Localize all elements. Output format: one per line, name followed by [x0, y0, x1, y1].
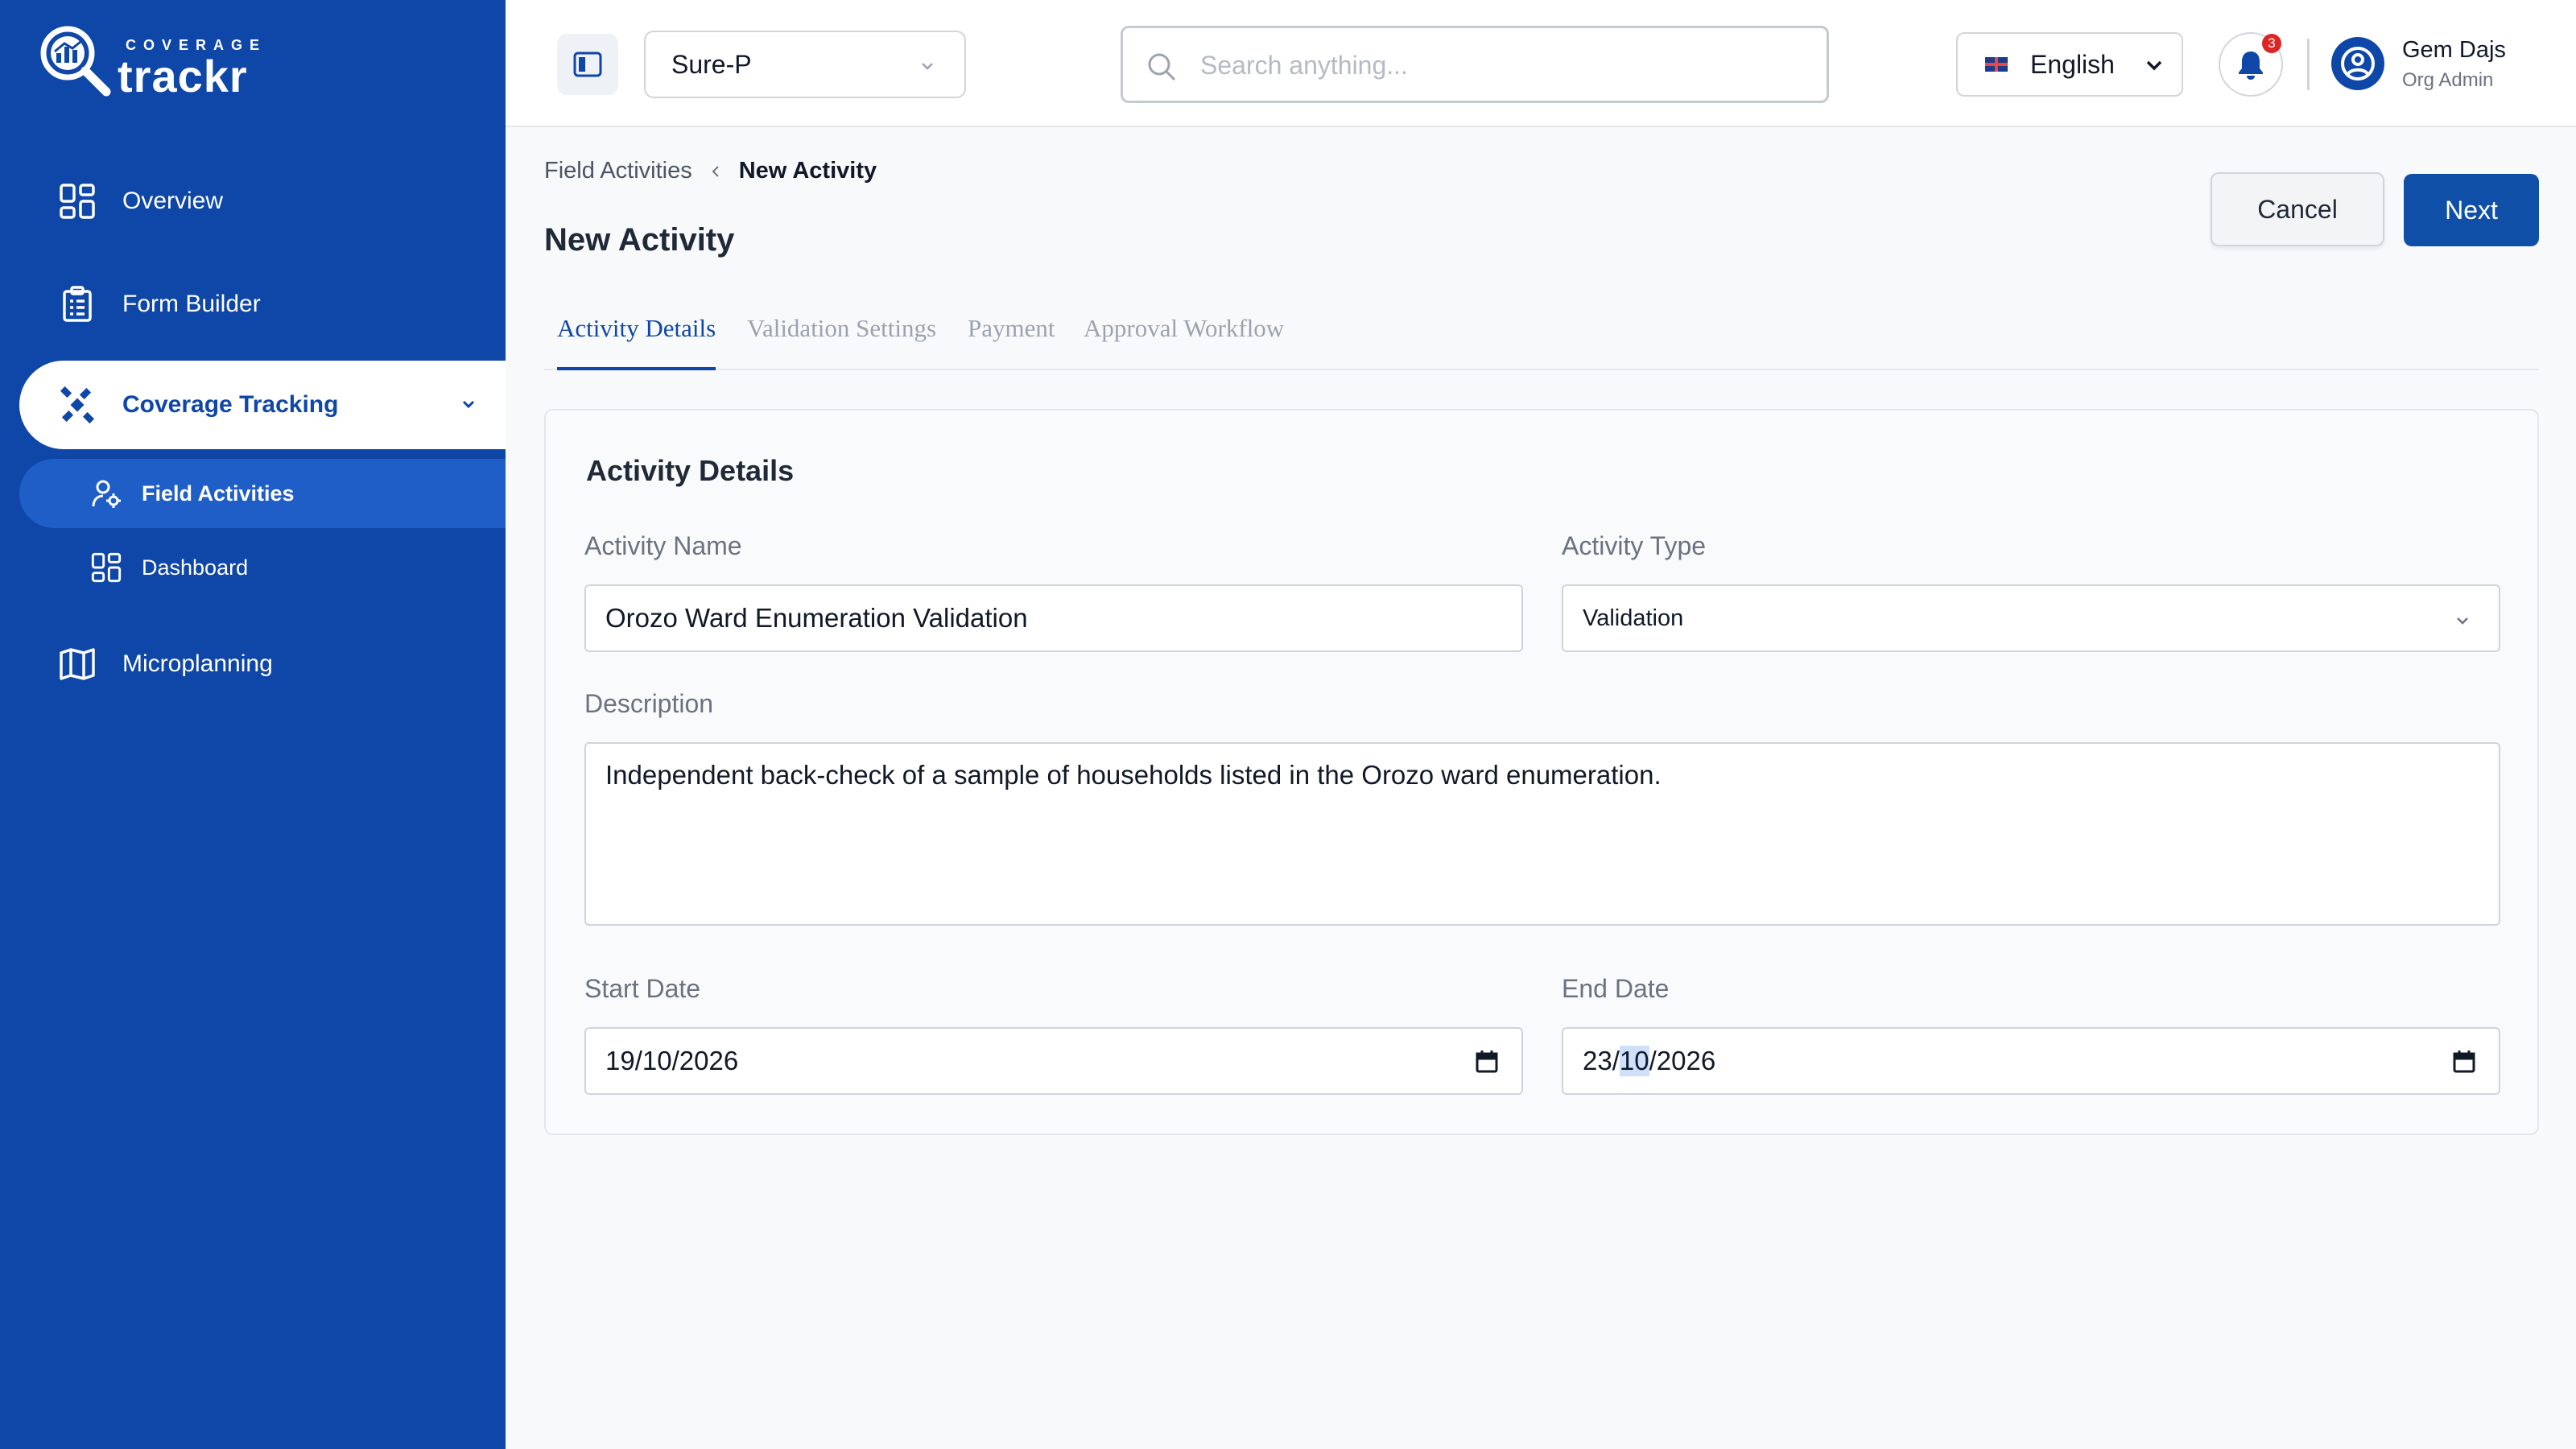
sidebar-item-label: Field Activities — [142, 481, 295, 506]
chevron-down-icon — [922, 63, 933, 70]
end-date-month: 10 — [1619, 1046, 1649, 1076]
language-select-value: English — [2030, 49, 2115, 79]
search-input[interactable] — [1200, 44, 1796, 86]
section-title: Activity Details — [586, 454, 795, 487]
description-label: Description — [584, 689, 714, 718]
map-icon — [56, 643, 98, 685]
next-button[interactable]: Next — [2404, 174, 2539, 246]
sidebar-toggle-icon — [573, 52, 602, 77]
user-circle-icon — [2341, 47, 2375, 80]
sidebar-item-label: Dashboard — [142, 555, 249, 580]
tabs: Activity Details Validation Settings Pay… — [544, 314, 2539, 370]
activity-name-input[interactable]: Orozo Ward Enumeration Validation — [584, 584, 1523, 652]
grid-icon — [89, 550, 124, 585]
activity-type-value: Validation — [1583, 605, 1684, 631]
start-date-day: 19 — [605, 1046, 635, 1075]
sidebar-item-form-builder[interactable]: Form Builder — [56, 280, 261, 328]
chevron-down-icon — [462, 400, 475, 409]
divider — [2307, 39, 2310, 90]
language-select[interactable]: English — [1956, 32, 2183, 97]
chevron-left-icon — [712, 165, 719, 177]
sidebar-item-dashboard[interactable]: Dashboard — [89, 547, 248, 588]
bell-icon — [2239, 52, 2263, 80]
logo-big-text: trackr — [118, 51, 248, 101]
tab-payment[interactable]: Payment — [968, 314, 1055, 369]
end-date-input[interactable]: 23/10/2026 — [1562, 1027, 2500, 1095]
sidebar: COVERAGE trackr Overview Form Builder Co… — [0, 0, 506, 1449]
end-date-label: End Date — [1562, 974, 1670, 1003]
search-box — [1121, 26, 1829, 103]
start-date-label: Start Date — [584, 974, 701, 1003]
sidebar-item-label: Overview — [122, 188, 224, 214]
description-value: Independent back-check of a sample of ho… — [605, 760, 1662, 790]
notification-count-badge: 3 — [2262, 34, 2281, 53]
avatar[interactable] — [2331, 37, 2384, 90]
breadcrumb: Field Activities New Activity — [544, 158, 877, 184]
topbar: Sure-P English 3 — [506, 0, 2576, 127]
breadcrumb-current: New Activity — [738, 158, 877, 184]
chevron-down-icon — [2146, 60, 2162, 71]
logo[interactable]: COVERAGE trackr — [39, 24, 280, 101]
tab-activity-details[interactable]: Activity Details — [557, 314, 716, 370]
calendar-icon[interactable] — [2450, 1048, 2478, 1075]
sidebar-item-label: Form Builder — [122, 291, 261, 317]
tab-validation-settings[interactable]: Validation Settings — [747, 314, 936, 369]
sidebar-item-overview[interactable]: Overview — [56, 177, 223, 225]
uk-flag-icon — [1985, 57, 2008, 72]
sidebar-item-microplanning[interactable]: Microplanning — [56, 640, 273, 688]
tab-approval-workflow[interactable]: Approval Workflow — [1084, 314, 1284, 369]
sidebar-toggle-button[interactable] — [557, 34, 618, 95]
project-select[interactable]: Sure-P — [644, 31, 966, 98]
start-date-year: 2026 — [679, 1046, 739, 1075]
user-role: Org Admin — [2402, 69, 2494, 91]
start-date-month: 10 — [642, 1046, 672, 1075]
calendar-icon[interactable] — [1473, 1048, 1501, 1075]
clipboard-icon — [56, 283, 98, 325]
grid-icon — [56, 180, 98, 222]
description-textarea[interactable]: Independent back-check of a sample of ho… — [584, 742, 2500, 926]
logo-magnifier-icon — [40, 26, 111, 97]
user-settings-icon — [89, 476, 124, 511]
app-root: COVERAGE trackr Overview Form Builder Co… — [0, 0, 2576, 1449]
user-name: Gem Dajs — [2402, 37, 2506, 63]
activity-type-select[interactable]: Validation — [1562, 584, 2500, 652]
sidebar-item-field-activities[interactable]: Field Activities — [19, 459, 506, 528]
end-date-day: 23 — [1583, 1046, 1612, 1075]
activity-type-label: Activity Type — [1562, 531, 1707, 560]
cancel-button[interactable]: Cancel — [2211, 172, 2384, 246]
activity-name-label: Activity Name — [584, 531, 742, 560]
search-icon — [1148, 53, 1176, 81]
sidebar-item-label: Coverage Tracking — [122, 391, 339, 418]
chevron-down-icon — [2457, 617, 2468, 625]
start-date-input[interactable]: 19/10/2026 — [584, 1027, 1523, 1095]
sidebar-item-label: Microplanning — [122, 650, 273, 677]
satellite-icon — [56, 384, 98, 426]
breadcrumb-link-field-activities[interactable]: Field Activities — [544, 158, 692, 184]
end-date-year: 2026 — [1656, 1046, 1716, 1075]
activity-details-card: Activity Details Activity Name Orozo War… — [544, 409, 2539, 1135]
project-select-value: Sure-P — [671, 49, 752, 79]
activity-name-value: Orozo Ward Enumeration Validation — [605, 603, 1028, 633]
page-title: New Activity — [544, 222, 735, 258]
sidebar-item-coverage-tracking[interactable]: Coverage Tracking — [19, 361, 506, 449]
